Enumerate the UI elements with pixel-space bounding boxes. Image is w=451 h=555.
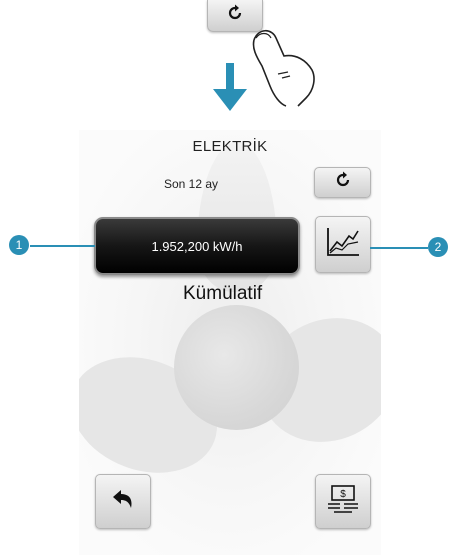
line-graph-icon <box>325 226 361 263</box>
back-button[interactable] <box>95 474 151 529</box>
mode-label: Kümülatif <box>183 283 263 304</box>
consumption-value: 1.952,200 kW/h <box>151 238 243 254</box>
pointing-hand-icon <box>240 22 320 107</box>
consumption-display: 1.952,200 kW/h <box>94 217 300 275</box>
refresh-button[interactable] <box>314 167 371 198</box>
arrow-down-icon <box>211 63 249 113</box>
back-arrow-icon <box>111 488 135 515</box>
device-screen: ELEKTRİK Son 12 ay 1.952,200 kW/h Kümüla… <box>79 130 381 555</box>
refresh-icon <box>333 170 353 195</box>
cost-button[interactable]: $ <box>315 474 371 529</box>
svg-text:$: $ <box>340 489 346 500</box>
callout-1-line <box>30 245 95 247</box>
callout-2-line <box>370 247 428 249</box>
callout-1: 1 <box>9 235 29 255</box>
money-icon: $ <box>325 484 361 519</box>
graph-button[interactable] <box>315 216 371 273</box>
background-globe <box>174 305 299 430</box>
period-label: Son 12 ay <box>164 177 219 191</box>
callout-2: 2 <box>428 237 448 257</box>
page-title: ELEKTRİK <box>192 138 268 155</box>
